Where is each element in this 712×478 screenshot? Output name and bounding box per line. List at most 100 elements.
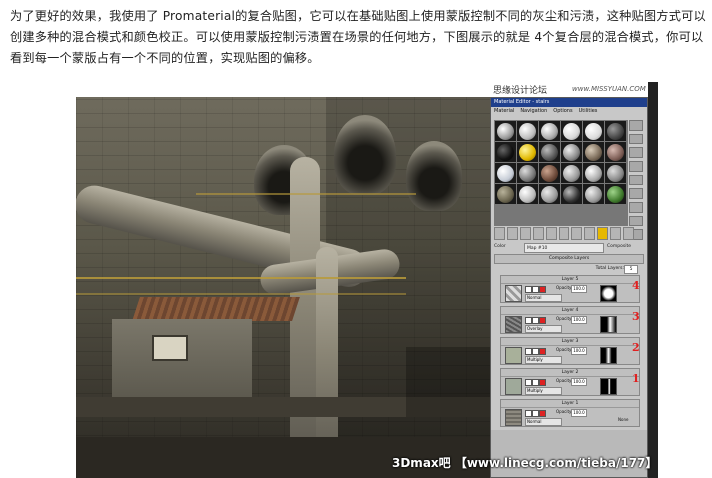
sample-slot[interactable] [583, 142, 604, 162]
sample-slot[interactable] [495, 163, 516, 183]
select-by-material-icon[interactable] [629, 215, 643, 227]
uv-tiling-icon[interactable] [629, 161, 643, 172]
color-correct-toggle[interactable] [532, 286, 539, 293]
delete-layer-icon[interactable] [539, 317, 546, 324]
layer-map-thumb[interactable] [505, 378, 522, 395]
sample-slots [494, 120, 628, 226]
opacity-spinner[interactable]: 100.0 [571, 285, 587, 293]
sample-slot[interactable] [517, 184, 538, 204]
layer-map-thumb[interactable] [505, 316, 522, 333]
menu-navigation[interactable]: Navigation [520, 107, 547, 116]
layer-panel: Layer 1 Opacity: 100.0 Normal None [500, 399, 640, 427]
map-name-field[interactable]: Map #10 [524, 243, 604, 253]
visibility-toggle[interactable] [525, 317, 532, 324]
visibility-toggle[interactable] [525, 348, 532, 355]
color-correct-toggle[interactable] [532, 410, 539, 417]
layer-map-thumb[interactable] [505, 347, 522, 364]
color-correct-toggle[interactable] [532, 348, 539, 355]
opacity-spinner[interactable]: 100.0 [571, 409, 587, 417]
sample-slot[interactable] [561, 121, 582, 141]
map-name-row: Color Map #10 Composite [494, 242, 644, 253]
sample-slot[interactable] [517, 142, 538, 162]
sample-slot[interactable] [539, 121, 560, 141]
sample-slot[interactable] [539, 184, 560, 204]
sample-slot[interactable] [517, 163, 538, 183]
preview-icon[interactable] [629, 188, 643, 200]
opacity-spinner[interactable]: 100.0 [571, 347, 587, 355]
get-material-icon[interactable] [494, 227, 505, 240]
watermark-top-url: www.MISSYUAN.COM [572, 85, 646, 93]
layer-name: Layer 3 [501, 338, 639, 346]
background-icon[interactable] [629, 147, 643, 159]
visibility-toggle[interactable] [525, 379, 532, 386]
sample-slot[interactable] [539, 142, 560, 162]
sample-slot[interactable] [561, 142, 582, 162]
delete-layer-icon[interactable] [539, 348, 546, 355]
hut-window [152, 335, 188, 361]
editor-menu: Material Navigation Options Utilities [491, 107, 647, 116]
sample-slot[interactable] [495, 184, 516, 204]
layer-map-thumb[interactable] [505, 409, 522, 426]
sample-slot[interactable] [539, 163, 560, 183]
layer-panel: Layer 2 Opacity: 100.0 Multiply [500, 368, 640, 396]
composite-layers-rollout[interactable]: Composite Layers [494, 254, 644, 264]
editor-toolbar [494, 227, 634, 240]
menu-utilities[interactable]: Utilities [579, 107, 598, 116]
video-check-icon[interactable] [629, 174, 643, 186]
show-end-result-icon[interactable] [610, 227, 622, 240]
blend-mode-select[interactable]: Normal [525, 294, 562, 302]
sample-slot[interactable] [495, 142, 516, 162]
layer-marker: 4 [632, 279, 640, 292]
sample-slot[interactable] [495, 121, 516, 141]
layer-mask-thumb[interactable] [600, 378, 617, 395]
menu-material[interactable]: Material [494, 107, 514, 116]
go-to-parent-icon[interactable] [623, 227, 634, 240]
color-correct-toggle[interactable] [532, 317, 539, 324]
total-layers-spinner[interactable]: 5 [624, 265, 638, 274]
delete-layer-icon[interactable] [539, 379, 546, 386]
intro-paragraph: 为了更好的效果，我使用了 Promaterial的复合贴图，它可以在基础贴图上使… [10, 9, 706, 65]
visibility-toggle[interactable] [525, 410, 532, 417]
map-type-button[interactable]: Composite [607, 242, 631, 252]
visibility-toggle[interactable] [525, 286, 532, 293]
delete-layer-icon[interactable] [539, 286, 546, 293]
color-correct-toggle[interactable] [532, 379, 539, 386]
blend-mode-select[interactable]: Multiply [525, 387, 562, 395]
sample-slot[interactable] [561, 184, 582, 204]
put-to-scene-icon[interactable] [506, 227, 518, 240]
copy-material-icon[interactable] [545, 227, 557, 240]
sample-slot[interactable] [517, 121, 538, 141]
blend-mode-select[interactable]: Multiply [525, 356, 562, 364]
assign-material-icon[interactable] [519, 227, 531, 240]
watermark-bottom: 3Dmax吧 【www.linecg.com/tieba/177】 [392, 456, 658, 470]
material-id-icon[interactable] [584, 227, 596, 240]
put-to-library-icon[interactable] [571, 227, 583, 240]
layer-mask-thumb[interactable] [600, 285, 617, 302]
sample-slot[interactable] [583, 121, 604, 141]
opacity-label: Opacity: [556, 285, 573, 290]
menu-options[interactable]: Options [553, 107, 572, 116]
layer-map-thumb[interactable] [505, 285, 522, 302]
opacity-spinner[interactable]: 100.0 [571, 316, 587, 324]
make-unique-icon[interactable] [558, 227, 570, 240]
sample-slot[interactable] [605, 121, 626, 141]
layer-mask-thumb[interactable] [600, 347, 617, 364]
sample-slot[interactable] [605, 142, 626, 162]
sample-slot[interactable] [583, 184, 604, 204]
sample-slot[interactable] [605, 184, 626, 204]
opacity-spinner[interactable]: 100.0 [571, 378, 587, 386]
show-map-in-viewport-icon[interactable] [597, 227, 609, 240]
sample-slot[interactable] [561, 163, 582, 183]
backlight-icon[interactable] [629, 133, 643, 145]
blend-mode-select[interactable]: Overlay [525, 325, 562, 333]
mask-none-button[interactable]: None [618, 417, 628, 422]
layer-panel: Layer 4 Opacity: 100.0 Overlay [500, 306, 640, 334]
reset-map-icon[interactable] [532, 227, 544, 240]
sample-slot[interactable] [583, 163, 604, 183]
blend-mode-select[interactable]: Normal [525, 418, 562, 426]
sample-type-icon[interactable] [629, 120, 643, 131]
sample-slot[interactable] [605, 163, 626, 183]
layer-mask-thumb[interactable] [600, 316, 617, 333]
delete-layer-icon[interactable] [539, 410, 546, 417]
options-icon[interactable] [629, 202, 643, 213]
